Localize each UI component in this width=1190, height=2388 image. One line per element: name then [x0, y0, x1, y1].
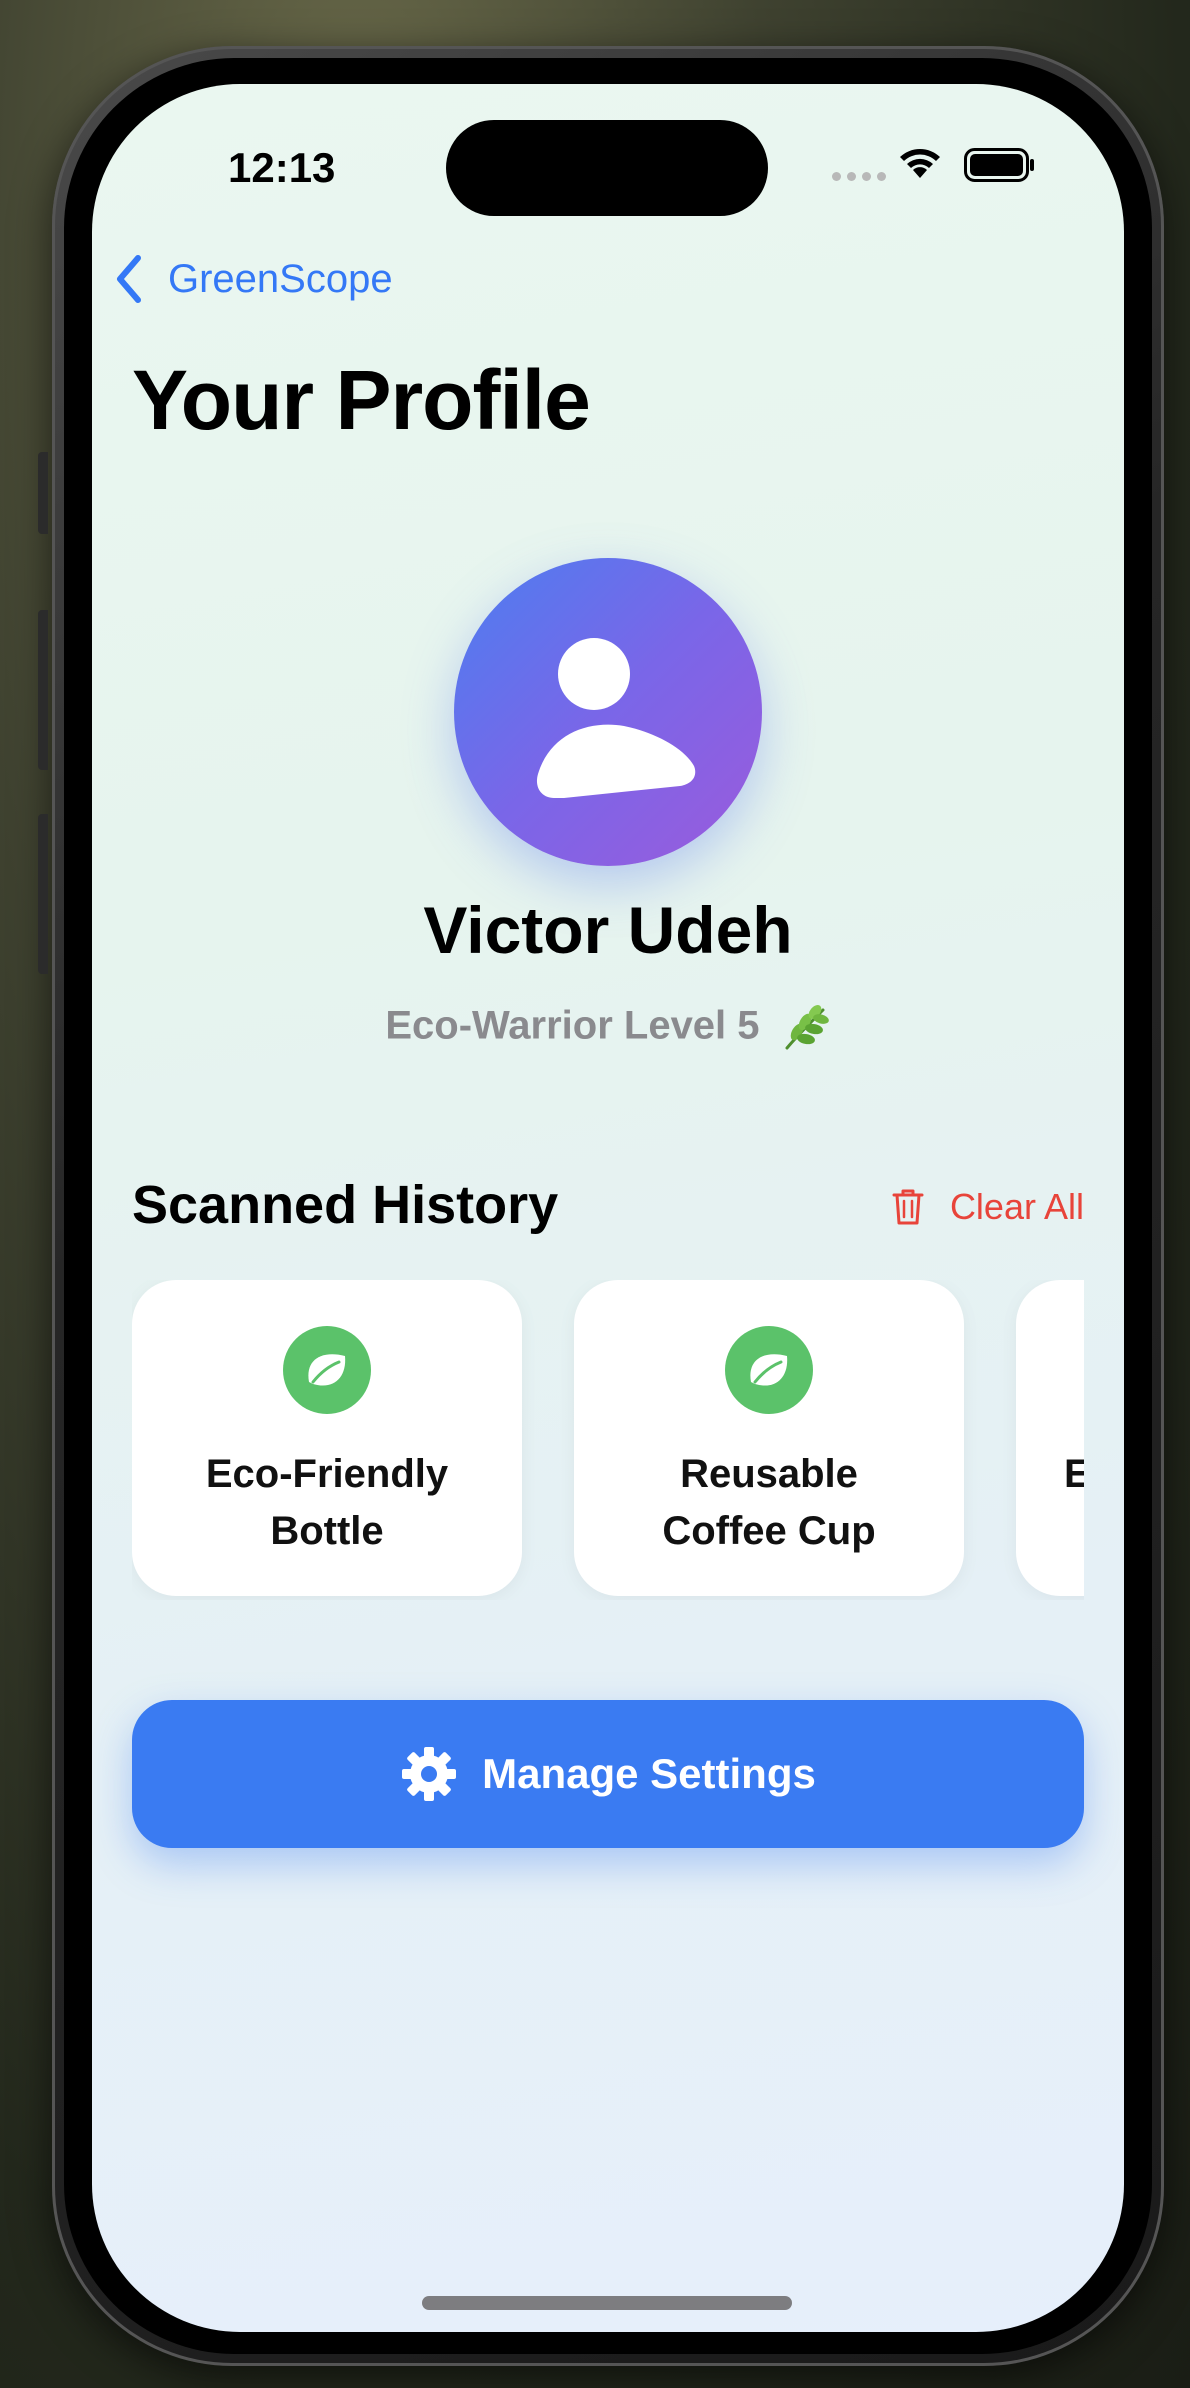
back-button[interactable]: GreenScope: [112, 254, 393, 304]
volume-down-button: [38, 814, 48, 974]
history-card-label-line1: E: [1064, 1452, 1084, 1496]
history-card-label-line2: Bottle: [270, 1509, 384, 1553]
wifi-icon: [900, 149, 940, 178]
silent-switch: [38, 452, 48, 534]
person-icon: [536, 638, 696, 798]
page-title: Your Profile: [132, 353, 591, 447]
battery-icon: [964, 148, 1034, 182]
history-card-label-line2: Coffee Cup: [662, 1509, 876, 1553]
history-card-label-line1: Eco-Friendly: [205, 1452, 449, 1496]
history-card[interactable]: Reusable Coffee Cup: [574, 1280, 964, 1596]
volume-up-button: [38, 610, 48, 770]
clear-all-label: Clear All: [949, 1186, 1084, 1227]
user-name: Victor Udeh: [423, 893, 793, 967]
herb-icon: [785, 1005, 829, 1050]
leaf-badge: [725, 1326, 813, 1414]
avatar[interactable]: [454, 558, 762, 866]
history-card-label: Eco-Friendly Bottle: [132, 1446, 522, 1560]
leaf-badge: [283, 1326, 371, 1414]
chevron-left-icon: [117, 255, 141, 303]
gear-icon: [402, 1747, 457, 1801]
history-card-label: E: [1016, 1446, 1084, 1503]
dynamic-island: [446, 120, 768, 216]
history-card[interactable]: Eco-Friendly Bottle: [132, 1280, 522, 1596]
cellular-signal-icon: [832, 172, 886, 181]
user-level: Eco-Warrior Level 5: [92, 1002, 1124, 1054]
manage-settings-label: Manage Settings: [482, 1750, 816, 1797]
status-time: 12:13: [228, 144, 336, 191]
home-indicator[interactable]: [422, 2296, 792, 2310]
app-screen: 12:13 GreenScope Your Profile Victor Ude…: [92, 84, 1124, 2332]
trash-icon: [892, 1189, 924, 1225]
user-level-text: Eco-Warrior Level 5: [385, 1003, 760, 1048]
section-title-scanned-history: Scanned History: [132, 1175, 559, 1235]
back-button-label: GreenScope: [168, 256, 393, 301]
history-card-label: Reusable Coffee Cup: [574, 1446, 964, 1560]
history-card[interactable]: E: [1016, 1280, 1084, 1596]
history-carousel[interactable]: Eco-Friendly Bottle Reusable Coffee Cup …: [132, 1280, 1084, 1600]
leaf-icon: [308, 1354, 346, 1386]
history-card-label-line1: Reusable: [680, 1452, 858, 1496]
leaf-icon: [750, 1354, 788, 1386]
manage-settings-button[interactable]: Manage Settings: [132, 1700, 1084, 1848]
clear-all-button[interactable]: Clear All: [892, 1186, 1084, 1228]
